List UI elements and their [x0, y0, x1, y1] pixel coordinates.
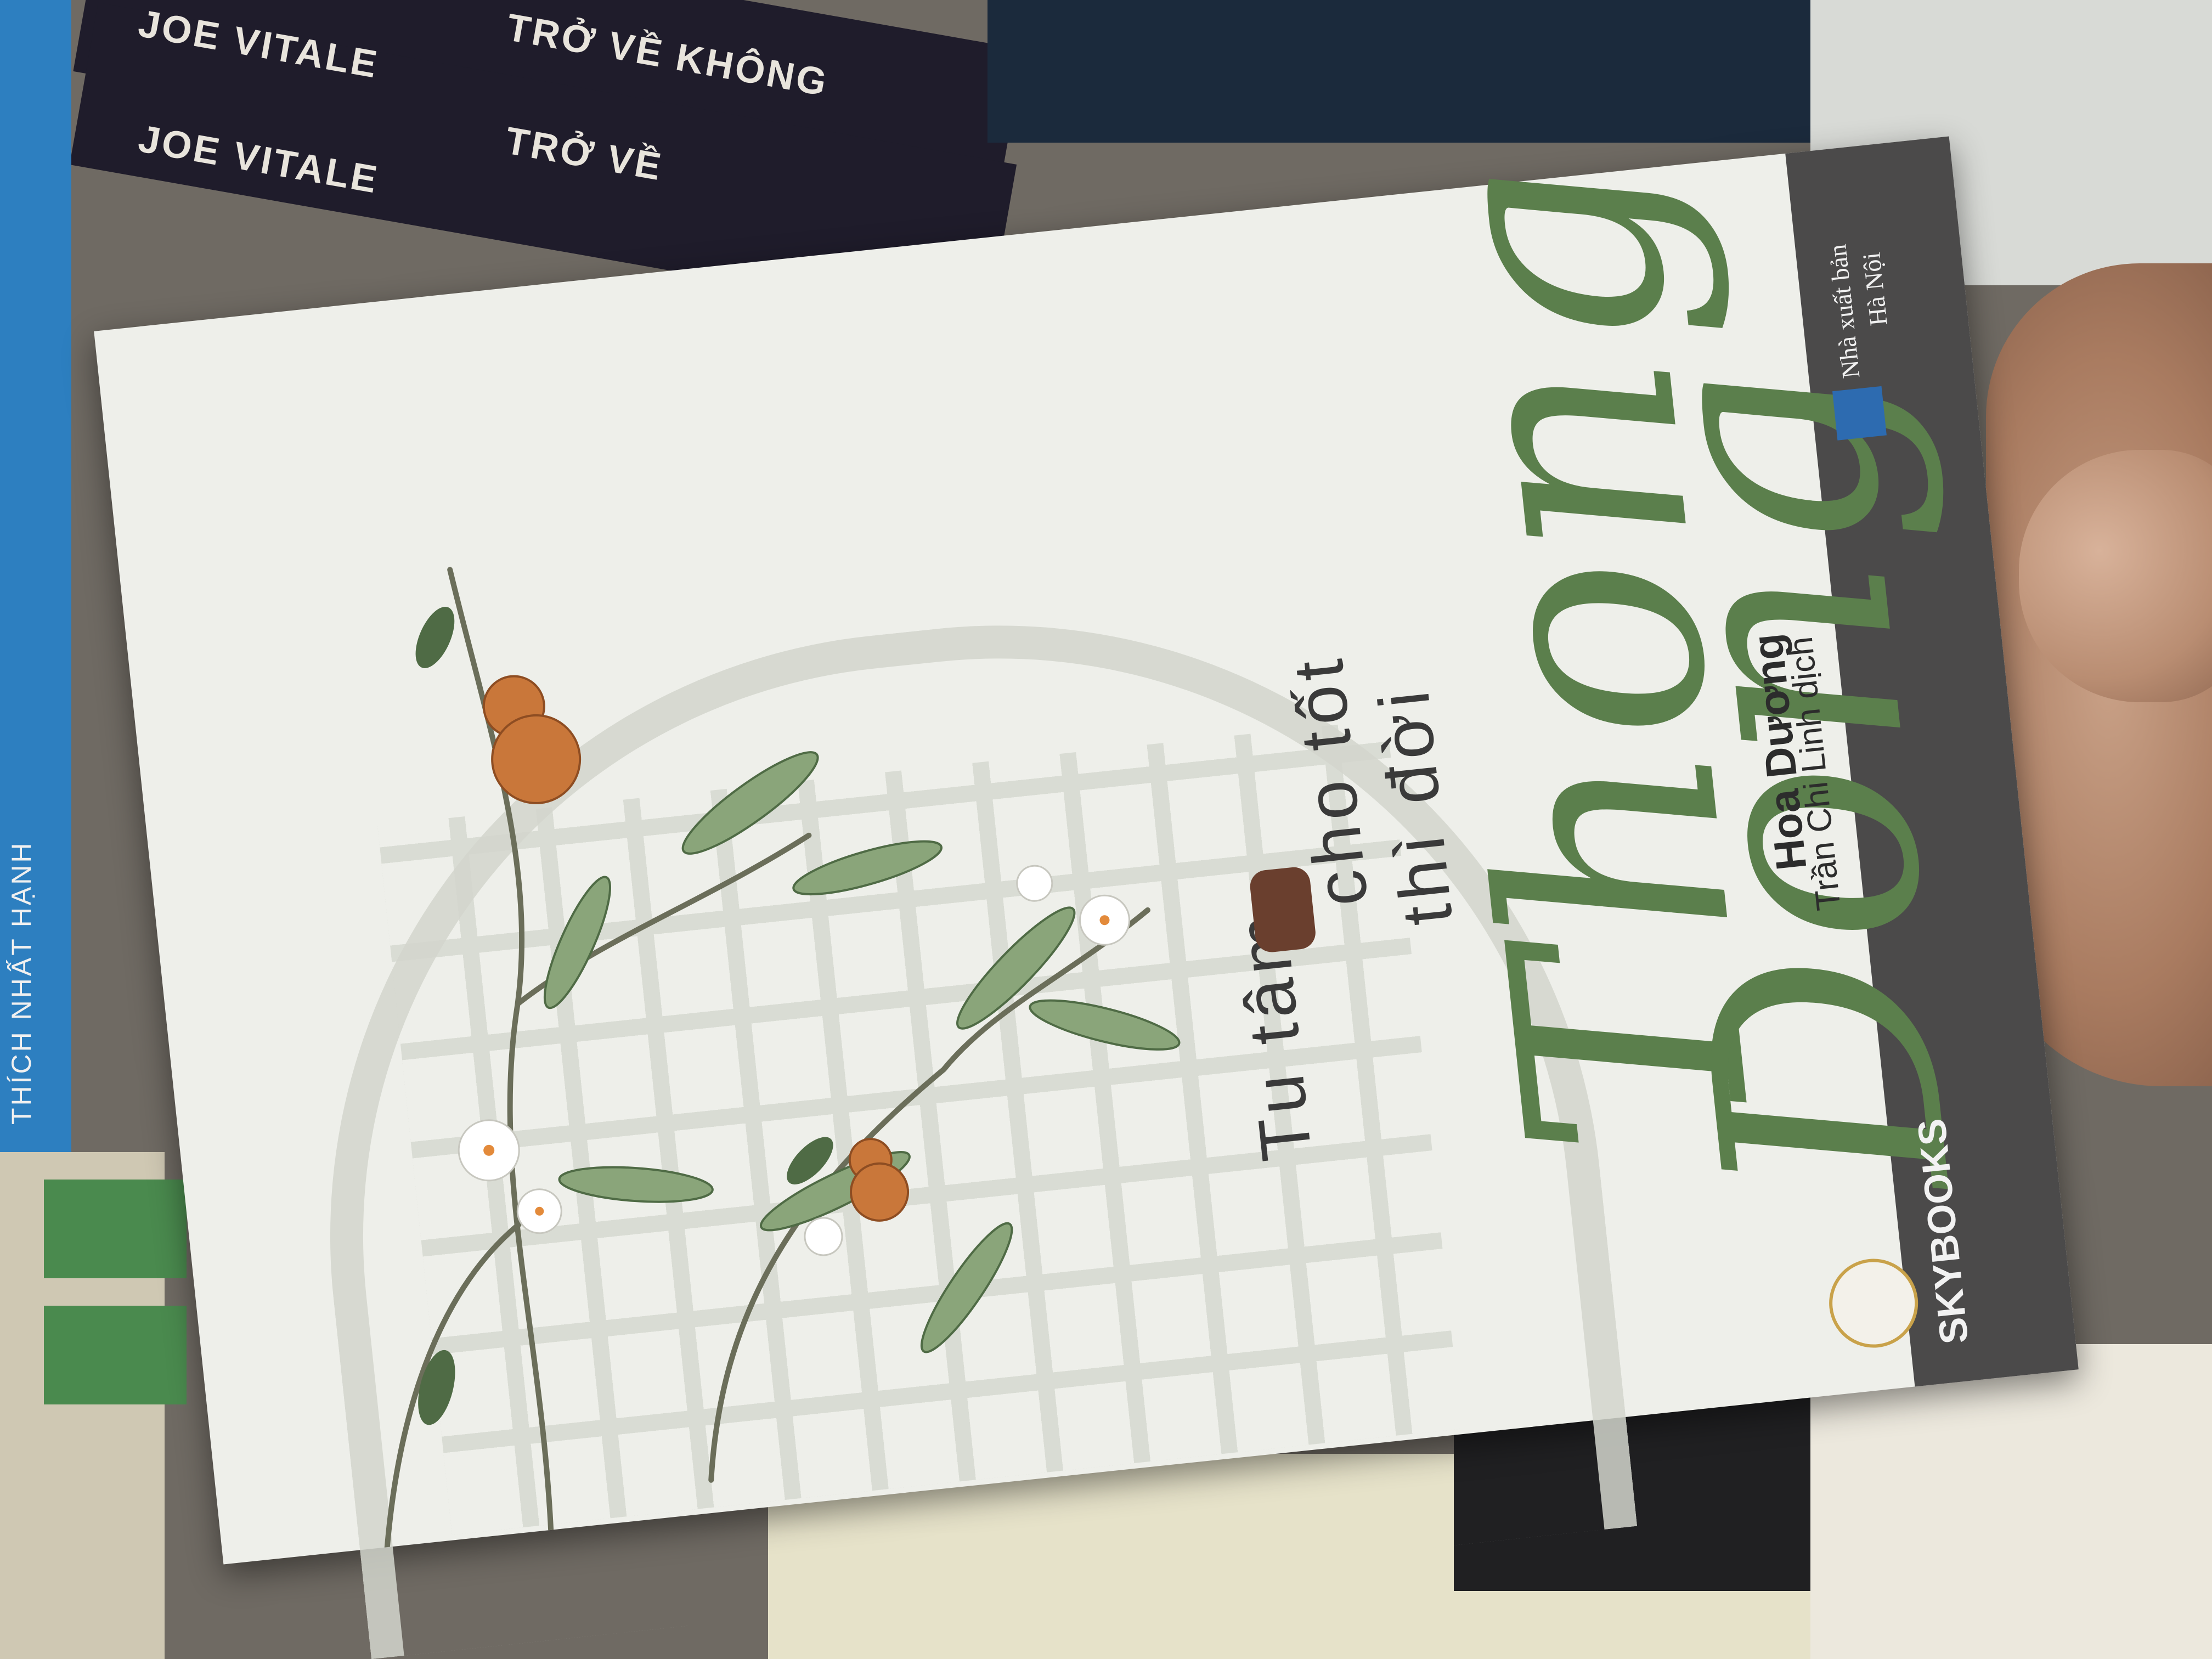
leaf	[543, 876, 612, 1009]
plant-illustration	[384, 567, 1181, 1550]
white-flower	[804, 1217, 843, 1256]
leaf	[558, 1166, 714, 1203]
leaf	[792, 840, 943, 896]
plant-stem	[708, 907, 1150, 1483]
leaf	[681, 751, 819, 855]
leaf	[1029, 999, 1181, 1051]
book-cover: Tu tâm cho tốt thì đời Thong Dong Hoa Dư…	[94, 136, 2079, 1659]
leaf	[920, 1222, 1013, 1353]
white-flower	[1016, 865, 1053, 902]
photo-scene: JOE VITALE JOE VITALE TRỞ VỀ KHÔNG TRỞ V…	[0, 0, 2212, 1659]
book-wrap: Tu tâm cho tốt thì đời Thong Dong Hoa Dư…	[0, 0, 2212, 1659]
dark-leaf	[415, 606, 455, 668]
publisher-logo	[1832, 386, 1887, 441]
